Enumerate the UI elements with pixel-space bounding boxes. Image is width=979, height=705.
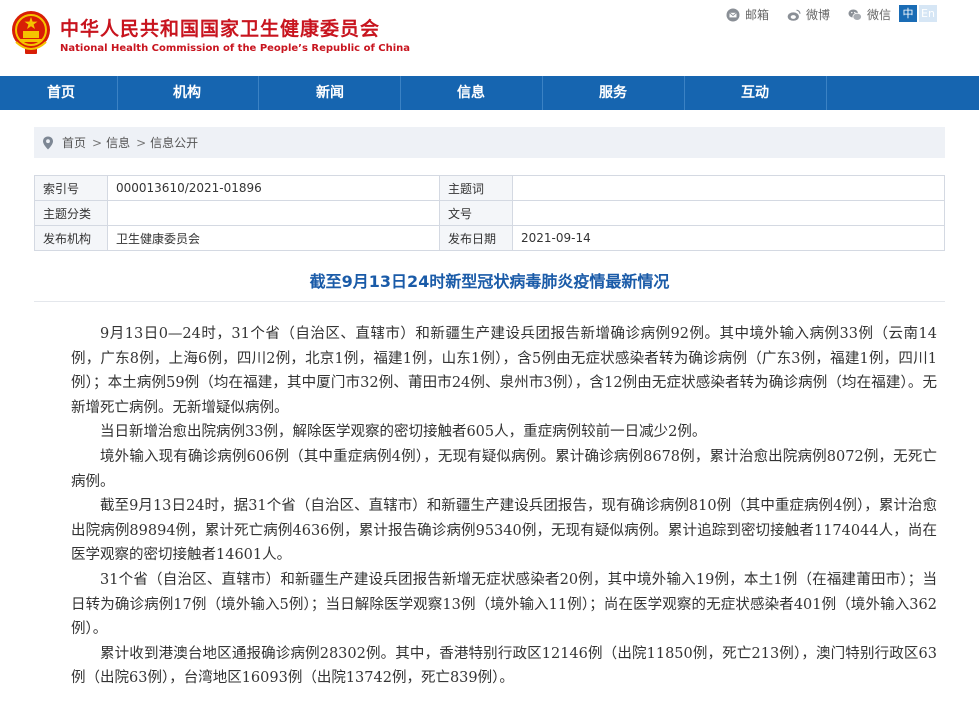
nav-item-home[interactable]: 首页	[47, 76, 75, 110]
article-paragraph: 累计收到港澳台地区通报确诊病例28302例。其中，香港特别行政区12146例（出…	[71, 645, 937, 687]
article-paragraph: 9月13日0—24时，31个省（自治区、直辖市）和新疆生产建设兵团报告新增确诊病…	[71, 326, 937, 416]
table-row: 主题分类 文号	[34, 200, 945, 226]
docno-value	[512, 200, 945, 226]
nav-item-news[interactable]: 新闻	[316, 76, 344, 110]
nav-item-info[interactable]: 信息	[457, 76, 485, 110]
top-links: 邮箱 微博 微信	[726, 6, 891, 23]
weibo-label: 微博	[805, 8, 830, 22]
site-header: 中华人民共和国国家卫生健康委员会 National Health Commiss…	[0, 0, 979, 76]
language-switch: 中 En	[899, 5, 937, 22]
nav-divider	[542, 76, 543, 110]
nav-divider	[400, 76, 401, 110]
nav-divider	[684, 76, 685, 110]
weibo-link[interactable]: 微博	[787, 6, 830, 23]
date-value: 2021-09-14	[512, 225, 945, 251]
article-paragraph: 当日新增治愈出院病例33例，解除医学观察的密切接触者605人，重症病例较前一日减…	[100, 424, 707, 441]
breadcrumb-info[interactable]: 信息	[106, 134, 130, 151]
site-title-cn: 中华人民共和国国家卫生健康委员会	[60, 18, 381, 40]
wechat-link[interactable]: 微信	[848, 6, 891, 23]
main-nav: 首页 机构 新闻 信息 服务 互动	[0, 76, 979, 110]
subject-label: 主题词	[439, 175, 513, 201]
nav-divider	[826, 76, 827, 110]
category-value	[107, 200, 440, 226]
article-paragraph: 31个省（自治区、直辖市）和新疆生产建设兵团报告新增无症状感染者20例，其中境外…	[71, 571, 937, 638]
mail-link[interactable]: 邮箱	[726, 6, 769, 23]
location-pin-icon	[43, 136, 53, 149]
breadcrumb-separator: >	[92, 135, 103, 150]
article-paragraph: 境外输入现有确诊病例606例（其中重症病例4例），无现有疑似病例。累计确诊病例8…	[71, 448, 937, 490]
publisher-label: 发布机构	[34, 225, 108, 251]
article-content: 9月13日0—24时，31个省（自治区、直辖市）和新疆生产建设兵团报告新增确诊病…	[71, 322, 937, 691]
article-paragraph: 截至9月13日24时，据31个省（自治区、直辖市）和新疆生产建设兵团报告，现有确…	[71, 498, 937, 564]
nav-item-interact[interactable]: 互动	[741, 76, 769, 110]
article-title: 截至9月13日24时新型冠状病毒肺炎疫情最新情况	[309, 272, 670, 291]
breadcrumb-disclosure[interactable]: 信息公开	[150, 134, 198, 151]
publisher-value: 卫生健康委员会	[107, 225, 440, 251]
site-title-en: National Health Commission of the People…	[60, 43, 411, 54]
date-label: 发布日期	[439, 225, 513, 251]
title-divider	[34, 301, 945, 302]
index-label: 索引号	[34, 175, 108, 201]
nav-item-service[interactable]: 服务	[599, 76, 627, 110]
docno-label: 文号	[439, 200, 513, 226]
breadcrumb: 首页 > 信息 > 信息公开	[34, 127, 945, 158]
mail-icon	[726, 8, 740, 21]
nav-divider	[258, 76, 259, 110]
index-value: 000013610/2021-01896	[107, 175, 440, 201]
wechat-label: 微信	[866, 8, 891, 22]
table-row: 发布机构 卫生健康委员会 发布日期 2021-09-14	[34, 225, 945, 251]
lang-zh-button[interactable]: 中	[899, 5, 917, 22]
wechat-icon	[848, 9, 862, 21]
lang-en-button[interactable]: En	[919, 5, 937, 22]
document-meta-table: 索引号 000013610/2021-01896 主题词 主题分类 文号 发布机…	[34, 175, 945, 251]
national-emblem-icon	[12, 11, 50, 54]
breadcrumb-home[interactable]: 首页	[62, 134, 86, 151]
breadcrumb-separator: >	[136, 135, 147, 150]
nav-divider	[117, 76, 118, 110]
nav-item-org[interactable]: 机构	[173, 76, 201, 110]
mail-label: 邮箱	[744, 8, 769, 22]
weibo-icon	[787, 9, 801, 21]
category-label: 主题分类	[34, 200, 108, 226]
table-row: 索引号 000013610/2021-01896 主题词	[34, 175, 945, 201]
subject-value	[512, 175, 945, 201]
